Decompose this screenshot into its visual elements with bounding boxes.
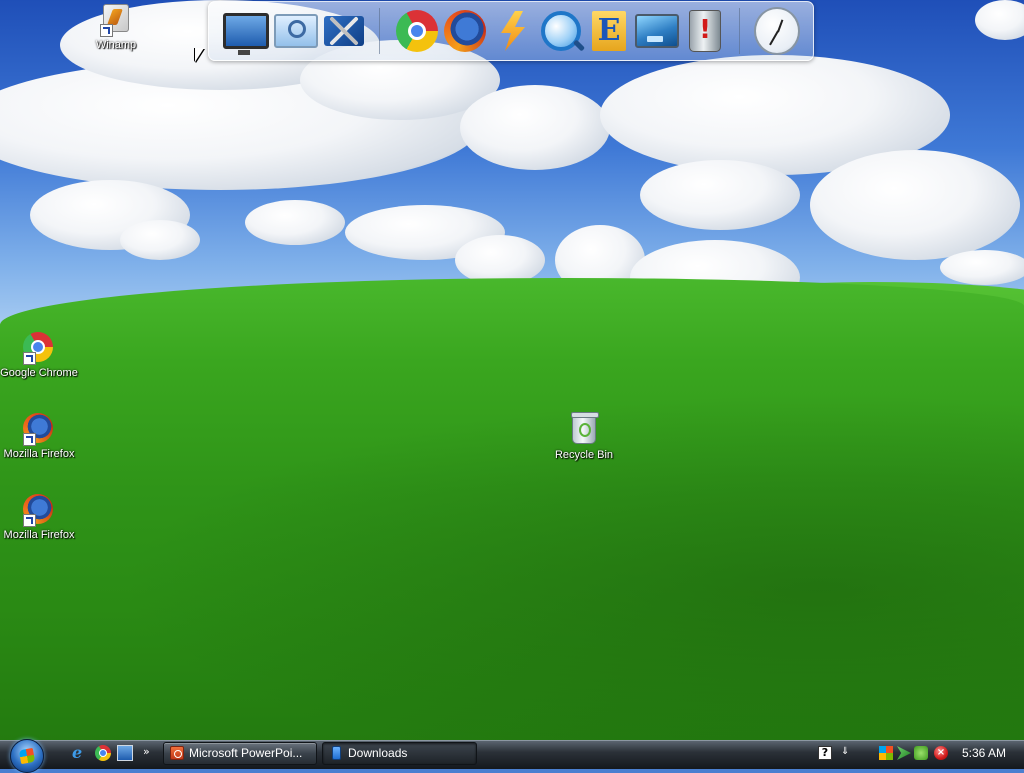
cloud [940,250,1024,285]
tools-icon [324,16,364,46]
cloud [460,85,610,170]
chevron-more-icon: » [143,745,150,758]
firefox-icon [23,413,55,446]
tray-puzzle-icon[interactable] [914,746,928,760]
dock-item-search-computer[interactable] [273,8,319,54]
desktop-icon-google-chrome[interactable]: Google Chrome [0,332,79,379]
dock-item-tools[interactable] [321,8,367,54]
hill-shade [0,360,1024,740]
taskbar-button-powerpoint[interactable]: Microsoft PowerPoi... [163,742,317,765]
dock-item-trash[interactable] [682,8,728,54]
quick-launch-more[interactable]: » [143,745,155,761]
desktop-icon-label: Mozilla Firefox [3,448,75,460]
chrome-icon [23,332,55,365]
chrome-icon [396,10,438,52]
firefox-icon [23,494,55,527]
dock-separator [739,8,740,54]
dock-item-firefox[interactable] [442,8,488,54]
tray-network-icon[interactable]: ⇓ [841,746,853,760]
internet-explorer-icon: e [72,743,83,762]
desktop-icon-winamp[interactable]: Winamp [76,4,156,51]
powerpoint-icon [170,746,184,760]
dock-item-computer[interactable] [223,8,269,55]
trash-icon [689,10,721,52]
folder-icon [332,746,341,760]
winamp-icon [100,4,132,37]
firefox-icon [444,10,486,52]
desktop-icon-mozilla-firefox-2[interactable]: Mozilla Firefox [0,494,79,541]
recycle-bin-icon [568,412,600,446]
cloud [245,200,345,245]
quick-launch-show-desktop[interactable] [117,745,133,761]
dock-item-folder-e[interactable]: E [586,8,632,54]
dock-item-chrome[interactable] [394,8,440,54]
cloud [810,150,1020,260]
search-computer-icon [274,14,318,48]
desktop-icon-label: Google Chrome [0,367,78,379]
shortcut-arrow-icon [100,24,113,37]
dock-bar: E [208,1,814,61]
clock-minute-hand [769,30,779,46]
cloud [120,220,200,260]
taskbar-button-downloads[interactable]: Downloads [322,742,477,765]
clock-icon [754,7,800,55]
desktop-icon-label: Recycle Bin [554,449,614,461]
desktop-icon-recycle-bin[interactable]: Recycle Bin [544,412,624,461]
computer-icon [223,13,269,55]
folder-e-icon: E [592,11,626,51]
desktop-wallpaper [0,0,1024,740]
shortcut-arrow-icon [23,352,36,365]
shortcut-arrow-icon [23,514,36,527]
quick-launch-chrome[interactable] [95,745,111,761]
cloud [640,160,800,230]
desktop-icon-label: Winamp [95,39,137,51]
taskbar-clock[interactable]: 5:36 AM [956,742,1012,765]
taskbar-button-label: Microsoft PowerPoi... [189,746,303,760]
mouse-cursor-icon [195,48,204,62]
magnifier-icon [541,11,581,51]
quick-launch-internet-explorer[interactable]: e [72,745,88,761]
tray-windows-icon[interactable] [879,746,893,760]
dock-item-lightning[interactable] [490,8,536,54]
taskbar-button-label: Downloads [348,746,408,760]
dock-item-clock[interactable] [754,7,800,55]
dock-separator [379,8,380,54]
tray-help-icon[interactable]: ? [818,746,832,760]
lightning-icon [501,11,525,51]
screen-icon [635,14,679,48]
dock-item-magnifier[interactable] [538,8,584,54]
shortcut-arrow-icon [23,433,36,446]
desktop-icon-mozilla-firefox[interactable]: Mozilla Firefox [0,413,79,460]
tray-stop-icon[interactable]: × [934,746,948,760]
desktop-icon-label: Mozilla Firefox [3,529,75,541]
dock-item-screen[interactable] [634,8,680,54]
